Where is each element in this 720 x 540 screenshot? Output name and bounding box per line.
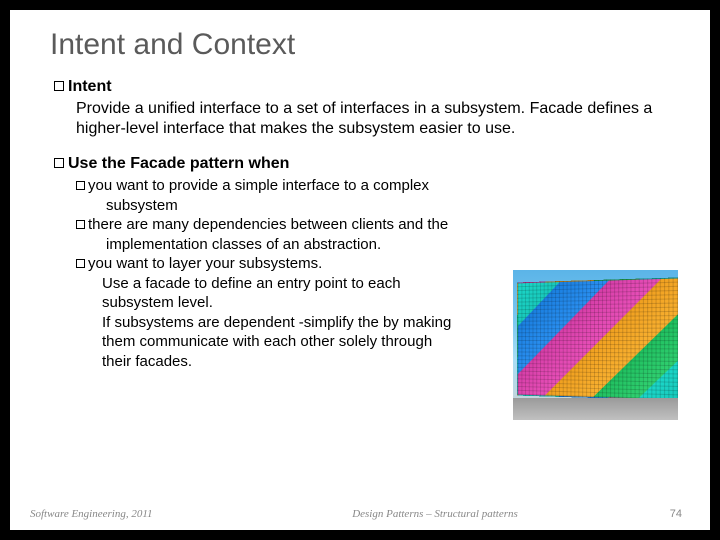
- checkbox-icon: [54, 81, 64, 91]
- section-intent-head: Intent: [54, 78, 670, 96]
- footer-center: Design Patterns – Structural patterns: [220, 508, 650, 520]
- slide-title: Intent and Context: [50, 28, 670, 62]
- list-item: there are many dependencies between clie…: [76, 215, 670, 235]
- footer: Software Engineering, 2011 Design Patter…: [10, 508, 710, 520]
- intent-label: Intent: [68, 78, 112, 95]
- section-use-head: Use the Facade pattern when: [54, 155, 670, 173]
- page-number: 74: [650, 508, 710, 520]
- checkbox-icon: [76, 259, 85, 268]
- facade-building-image: [513, 270, 678, 420]
- use-label: Use the Facade pattern when: [68, 155, 289, 172]
- list-item-continuation: subsystem: [106, 196, 670, 216]
- checkbox-icon: [54, 158, 64, 168]
- list-item-continuation: implementation classes of an abstraction…: [106, 235, 670, 255]
- footer-left: Software Engineering, 2011: [10, 508, 220, 520]
- checkbox-icon: [76, 181, 85, 190]
- slide: Intent and Context Intent Provide a unif…: [10, 10, 710, 530]
- section-intent-body: Provide a unified interface to a set of …: [76, 99, 670, 139]
- checkbox-icon: [76, 220, 85, 229]
- list-item: you want to provide a simple interface t…: [76, 176, 670, 196]
